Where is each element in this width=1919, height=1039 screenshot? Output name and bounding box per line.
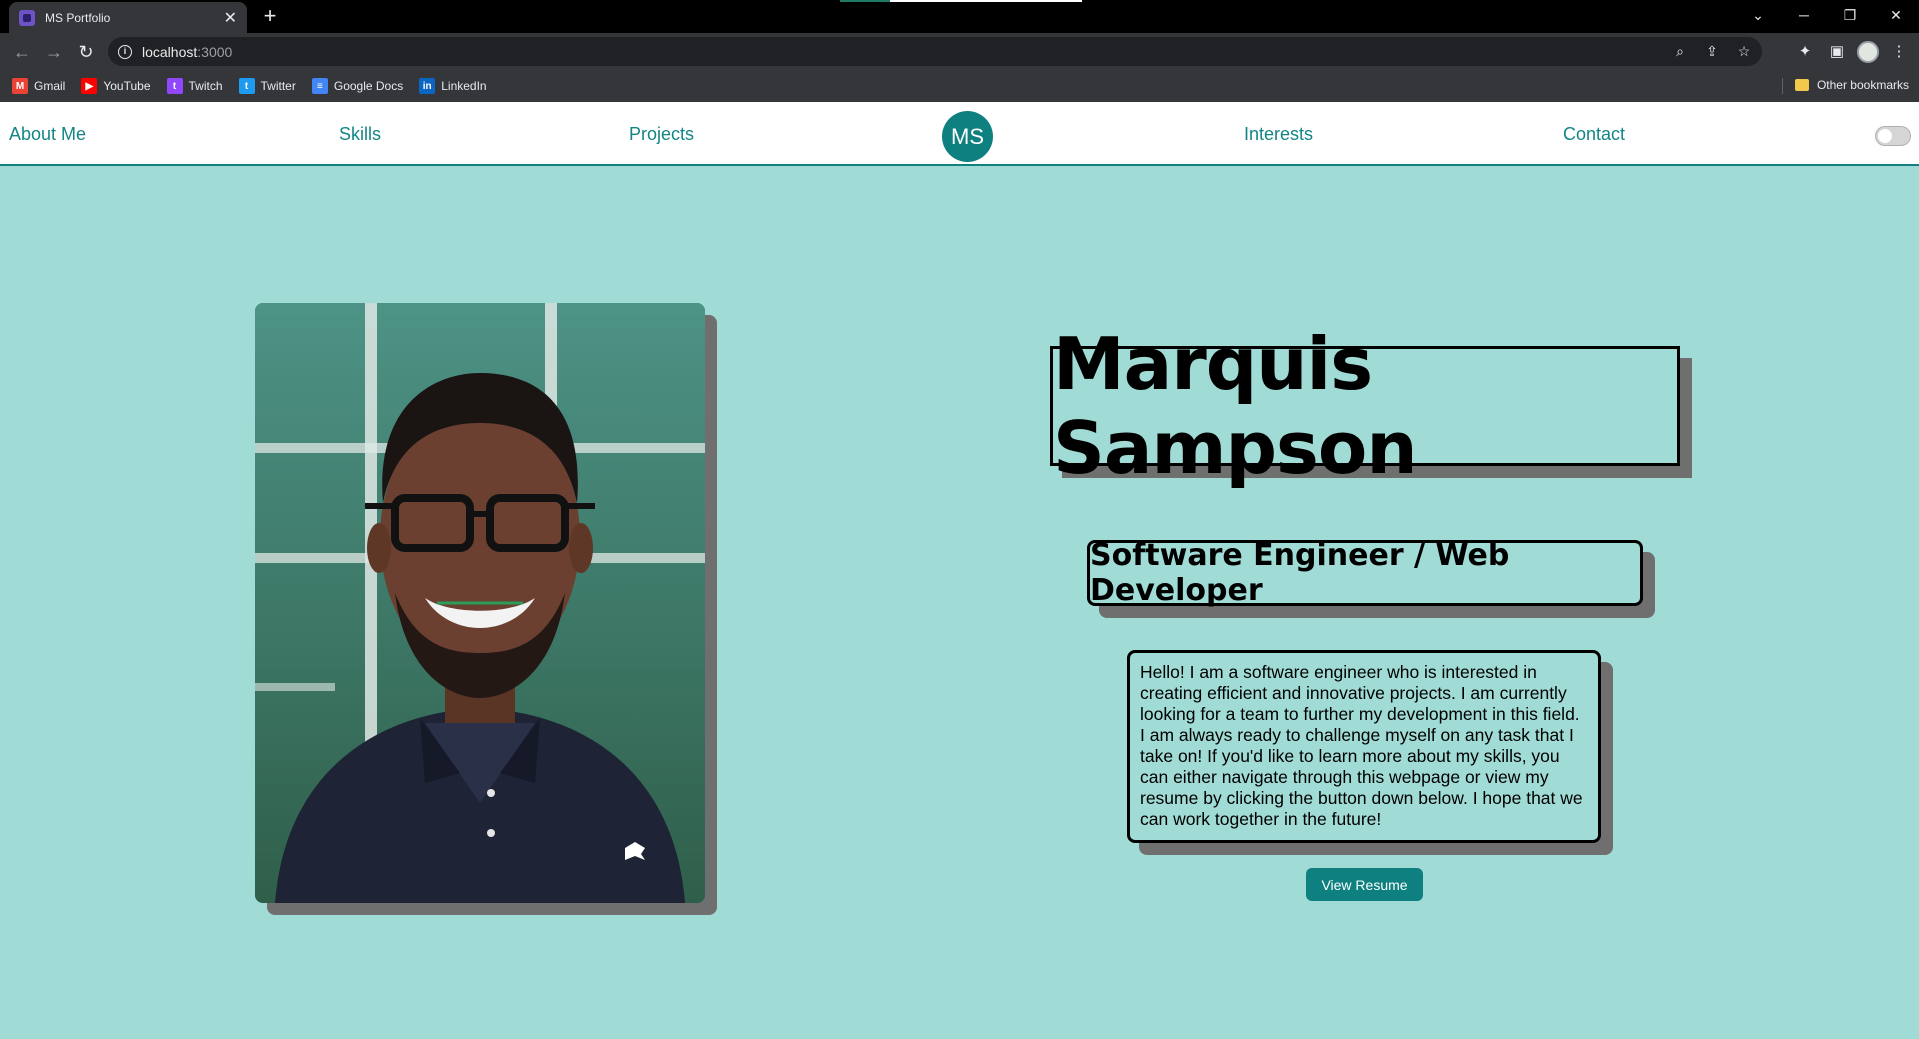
back-arrow-icon[interactable]: ← — [10, 40, 34, 64]
window-controls: ⌄ ─ ❐ ✕ — [1735, 0, 1919, 30]
share-icon[interactable]: ⇪ — [1702, 41, 1722, 61]
twitter-icon: t — [238, 78, 255, 94]
google-docs-icon: ≡ — [311, 78, 328, 94]
nav-about-me[interactable]: About Me — [9, 124, 86, 145]
bookmark-linkedin[interactable]: in LinkedIn — [419, 78, 487, 94]
tab-search-icon[interactable]: ⌄ — [1735, 0, 1781, 30]
url-host: localhost — [142, 43, 198, 60]
tab-title: MS Portfolio — [45, 10, 111, 25]
site-navbar: About Me Skills Projects MS Interests Co… — [0, 102, 1919, 166]
bio-box: Hello! I am a software engineer who is i… — [1127, 650, 1601, 843]
bookmark-label: YouTube — [103, 79, 151, 93]
site-logo[interactable]: MS — [942, 111, 993, 162]
role-heading: Software Engineer / Web Developer — [1090, 538, 1510, 608]
bookmark-label: Gmail — [34, 79, 66, 93]
profile-avatar[interactable] — [1857, 41, 1879, 63]
role-heading-box: Software Engineer / Web Developer — [1087, 538, 1643, 608]
reload-icon[interactable]: ↻ — [74, 40, 98, 64]
toggle-knob — [1878, 129, 1892, 143]
address-bar[interactable]: i localhost:3000 ⌕ ⇪ ☆ — [108, 37, 1762, 66]
bookmarks-bar: M Gmail ▶ YouTube t Twitch t Twitter ≡ G… — [0, 70, 1919, 102]
bookmark-label: Google Docs — [333, 79, 404, 93]
nav-projects[interactable]: Projects — [629, 124, 694, 145]
tab-close-icon[interactable]: ✕ — [224, 8, 237, 28]
bio-text: Hello! I am a software engineer who is i… — [1140, 662, 1583, 829]
nav-interests[interactable]: Interests — [1244, 124, 1313, 145]
site-favicon-icon — [19, 9, 35, 26]
restore-icon[interactable]: ❐ — [1827, 0, 1873, 30]
bookmark-label: Twitter — [260, 79, 296, 93]
portrait-image — [255, 303, 705, 903]
forward-arrow-icon[interactable]: → — [42, 40, 66, 64]
bookmark-twitter[interactable]: t Twitter — [238, 78, 296, 94]
close-window-icon[interactable]: ✕ — [1873, 0, 1919, 30]
bookmark-youtube[interactable]: ▶ YouTube — [81, 78, 151, 94]
bookmark-label: LinkedIn — [441, 79, 487, 93]
name-heading-box: Marquis Sampson — [1050, 322, 1680, 490]
zoom-icon[interactable]: ⌕ — [1670, 41, 1690, 61]
nav-skills[interactable]: Skills — [339, 124, 381, 145]
minimize-icon[interactable]: ─ — [1781, 0, 1827, 30]
new-tab-button[interactable]: + — [258, 4, 282, 28]
youtube-icon: ▶ — [81, 78, 98, 94]
folder-icon — [1794, 79, 1809, 91]
other-bookmarks[interactable]: Other bookmarks — [1794, 78, 1909, 92]
tab-loading-indicator-highlight — [890, 0, 1082, 2]
bookmark-star-icon[interactable]: ☆ — [1734, 41, 1754, 61]
browser-tab[interactable]: MS Portfolio ✕ — [9, 2, 247, 33]
view-resume-button[interactable]: View Resume — [1306, 868, 1423, 901]
other-bookmarks-label: Other bookmarks — [1816, 78, 1909, 92]
bookmarks-divider — [1782, 78, 1783, 94]
address-bar-actions: ⌕ ⇪ ☆ — [1670, 41, 1754, 61]
browser-toolbar: ← → ↻ i localhost:3000 ⌕ ⇪ ☆ ✦ ▣ ⋮ — [0, 33, 1919, 70]
gmail-icon: M — [12, 78, 28, 94]
side-panel-icon[interactable]: ▣ — [1825, 40, 1849, 64]
bookmark-label: Twitch — [188, 79, 223, 93]
bookmark-twitch[interactable]: t Twitch — [166, 78, 223, 94]
url-port: :3000 — [197, 43, 233, 60]
site-info-icon[interactable]: i — [118, 44, 132, 59]
twitch-icon: t — [166, 78, 183, 94]
toolbar-right-tools: ✦ ▣ ⋮ — [1793, 40, 1911, 64]
profile-photo — [255, 303, 705, 903]
name-heading: Marquis Sampson — [1053, 322, 1418, 490]
nav-contact[interactable]: Contact — [1563, 124, 1625, 145]
theme-toggle[interactable] — [1875, 126, 1911, 146]
extensions-puzzle-icon[interactable]: ✦ — [1793, 40, 1817, 64]
browser-menu-icon[interactable]: ⋮ — [1887, 40, 1911, 64]
bookmark-google-docs[interactable]: ≡ Google Docs — [311, 78, 404, 94]
linkedin-icon: in — [419, 78, 436, 94]
browser-tabstrip: MS Portfolio ✕ + ⌄ ─ ❐ ✕ — [0, 0, 1919, 33]
bookmark-gmail[interactable]: M Gmail — [12, 78, 65, 94]
